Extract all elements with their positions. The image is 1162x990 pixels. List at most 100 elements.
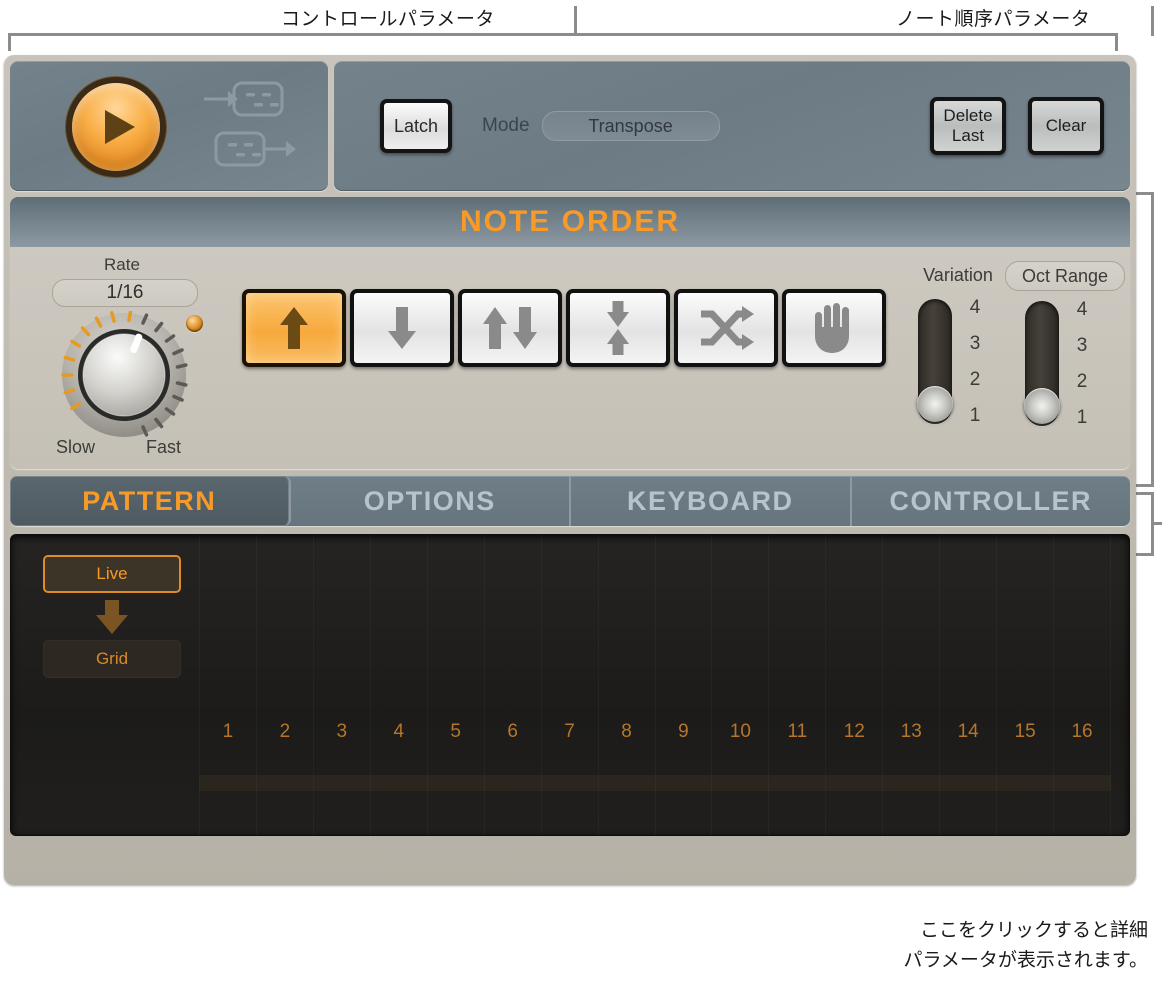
latch-button[interactable]: Latch (380, 99, 452, 153)
oct-range-slider-knob[interactable] (1024, 388, 1060, 424)
note-order-params-leader (1151, 6, 1154, 36)
top-parameter-row: Latch Mode Transpose Delete Last Clear (10, 61, 1130, 191)
step-number: 13 (900, 721, 922, 742)
play-button[interactable] (72, 83, 160, 171)
variation-slider-group: Variation 4 3 2 1 (898, 261, 1018, 427)
arrow-up-icon (280, 307, 308, 349)
caption-line-2: パラメータが表示されます。 (903, 950, 1148, 971)
variation-label: Variation (923, 265, 993, 285)
midi-routing-icons (204, 81, 296, 167)
arrows-converge-icon (607, 301, 629, 355)
clear-button-label: Clear (1045, 116, 1087, 135)
clear-button[interactable]: Clear (1028, 97, 1104, 155)
note-order-params-annotation-label: ノート順序パラメータ (896, 9, 1091, 30)
tab-options-label: OPTIONS (363, 485, 496, 516)
note-order-section: NOTE ORDER Rate 1/16 Slow Fast Variation… (10, 197, 1130, 469)
oct-range-label[interactable]: Oct Range (1005, 261, 1125, 291)
shuffle-icon (701, 306, 754, 350)
oct-range-slider-group: Oct Range 4 3 2 1 (1005, 261, 1125, 429)
delete-last-label-line1: Delete (943, 106, 993, 125)
delete-last-button[interactable]: Delete Last (930, 97, 1006, 155)
rate-value: 1/16 (106, 282, 144, 303)
step-number: 3 (336, 721, 348, 742)
click-hint-caption: ここをクリックすると詳細 パラメータが表示されます。 (903, 916, 1148, 976)
note-order-body: Rate 1/16 Slow Fast Variation 4 3 2 1 Oc… (10, 247, 1130, 469)
note-order-button-up-down[interactable] (458, 289, 562, 367)
knob-max-label: Fast (146, 437, 182, 457)
rate-knob[interactable] (60, 311, 188, 439)
step-number: 2 (279, 721, 291, 742)
step-number: 6 (507, 721, 518, 742)
rate-label: Rate (104, 255, 140, 274)
note-order-header[interactable]: NOTE ORDER (10, 197, 1130, 247)
step-number: 7 (564, 721, 575, 742)
mode-selector[interactable]: Transpose (541, 111, 720, 141)
arrow-down-icon (96, 600, 128, 634)
note-order-button-up[interactable] (242, 289, 346, 367)
step-number: 10 (729, 721, 751, 742)
section-tabs: PATTERN OPTIONS KEYBOARD CONTROLLER (10, 476, 1130, 526)
variation-slider-knob[interactable] (917, 386, 953, 422)
note-order-button-random[interactable] (674, 289, 778, 367)
step-number: 9 (678, 721, 689, 742)
variation-tick: 3 (969, 333, 981, 354)
mode-value: Transpose (588, 115, 673, 136)
control-params-annotation-label: コントロールパラメータ (281, 9, 495, 30)
knob-min-label: Slow (56, 437, 96, 457)
tab-pattern-label: PATTERN (82, 485, 217, 516)
step-number: 15 (1014, 721, 1036, 742)
oct-range-tick: 3 (1076, 335, 1088, 356)
rate-value-field[interactable]: 1/16 (52, 279, 198, 307)
note-order-button-as-played[interactable] (782, 289, 886, 367)
variation-tick: 2 (969, 369, 981, 390)
step-number: 16 (1071, 721, 1093, 742)
step-number: 1 (222, 721, 234, 742)
oct-range-tick: 1 (1076, 407, 1088, 428)
step-number: 11 (787, 721, 808, 742)
tab-controller[interactable]: CONTROLLER (852, 476, 1131, 526)
step-number: 12 (843, 721, 865, 742)
pattern-section-leader (1152, 522, 1162, 525)
tab-keyboard[interactable]: KEYBOARD (571, 476, 852, 526)
tab-pattern[interactable]: PATTERN (10, 476, 291, 526)
control-params-leader (574, 6, 577, 36)
live-mode-button[interactable]: Live (43, 555, 181, 593)
tab-options[interactable]: OPTIONS (291, 476, 571, 526)
pattern-display: Live Grid 1 2 3 4 5 6 7 8 9 10 11 12 13 … (10, 534, 1130, 836)
oct-range-slider[interactable]: 4 3 2 1 (1019, 299, 1111, 429)
variation-slider[interactable]: 4 3 2 1 (912, 297, 1004, 427)
transport-panel (10, 61, 328, 191)
tab-controller-label: CONTROLLER (889, 485, 1092, 516)
mode-label: Mode (482, 115, 530, 136)
caption-line-1: ここをクリックすると詳細 (919, 920, 1148, 941)
note-order-button-outside-in[interactable] (566, 289, 670, 367)
step-number: 8 (621, 721, 632, 742)
note-order-button-down[interactable] (350, 289, 454, 367)
control-parameters-panel: Latch Mode Transpose Delete Last Clear (334, 61, 1130, 191)
hand-icon (815, 303, 849, 353)
step-number: 14 (957, 721, 979, 742)
arrow-up-down-icon (483, 307, 537, 349)
oct-range-tick: 2 (1076, 371, 1088, 392)
grid-mode-button[interactable]: Grid (43, 640, 181, 678)
note-order-header-label: NOTE ORDER (459, 205, 680, 238)
arrow-down-icon (388, 307, 416, 349)
play-icon (105, 110, 135, 144)
rate-led-indicator (186, 315, 203, 332)
tab-keyboard-label: KEYBOARD (626, 485, 794, 516)
live-mode-label: Live (96, 564, 128, 583)
variation-slider-ticks: 4 3 2 1 (960, 297, 990, 427)
control-params-bracket (8, 33, 1118, 51)
note-order-buttons (242, 289, 886, 367)
oct-range-slider-ticks: 4 3 2 1 (1067, 299, 1097, 429)
grid-mode-label: Grid (95, 649, 129, 668)
step-number: 4 (393, 721, 405, 742)
variation-tick: 4 (969, 297, 981, 318)
arpeggiator-plugin-window: Latch Mode Transpose Delete Last Clear N… (4, 55, 1136, 885)
latch-button-label: Latch (393, 115, 439, 136)
pattern-velocity-band (199, 775, 1111, 791)
step-number: 5 (450, 721, 461, 742)
variation-tick: 1 (969, 405, 981, 426)
oct-range-tick: 4 (1076, 299, 1088, 320)
delete-last-label-line2: Last (951, 126, 985, 145)
